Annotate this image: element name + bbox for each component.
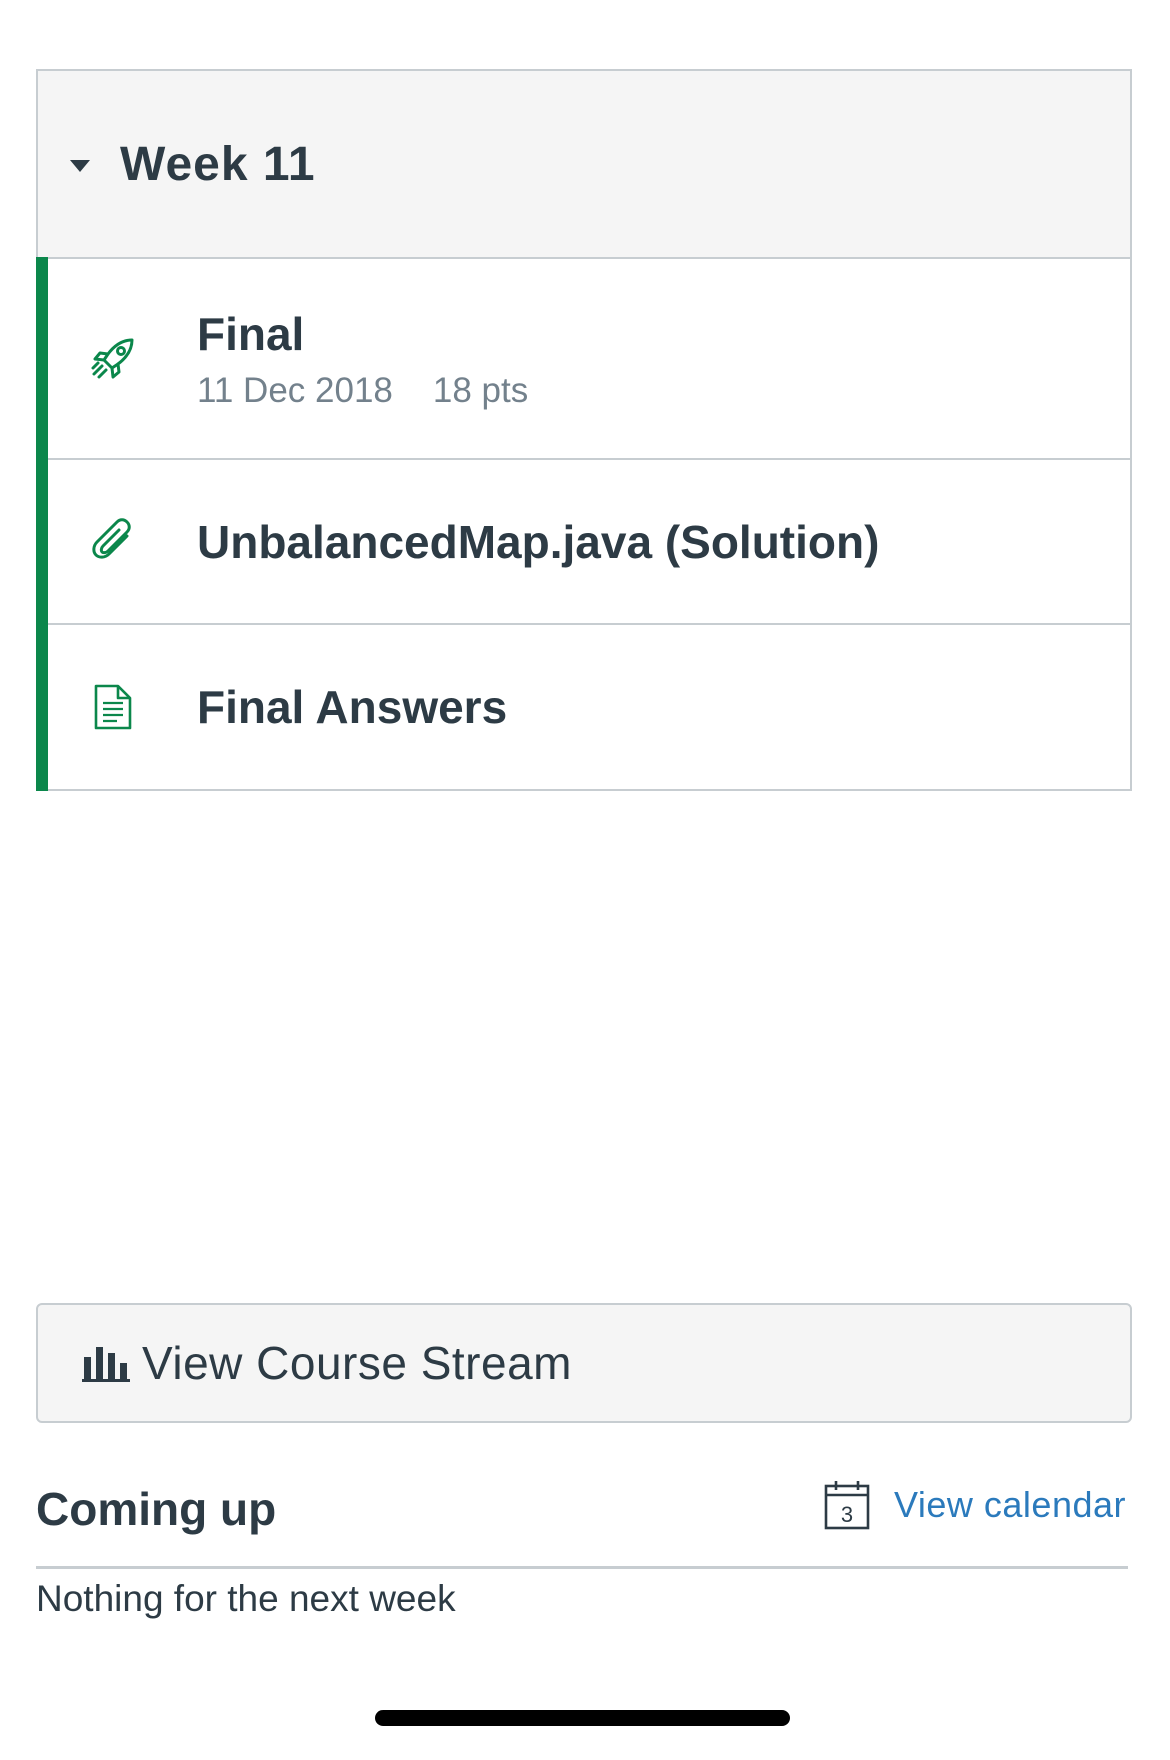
paperclip-icon xyxy=(88,517,138,567)
module-title: Week 11 xyxy=(120,137,316,191)
view-calendar-label: View calendar xyxy=(894,1484,1126,1525)
item-due-date: 11 Dec 2018 xyxy=(197,370,393,410)
view-course-stream-label: View Course Stream xyxy=(142,1337,572,1389)
item-points: 18 pts xyxy=(432,370,529,410)
coming-up-empty-text: Nothing for the next week xyxy=(36,1578,456,1619)
item-title: Final Answers xyxy=(197,681,508,733)
module-item-final-quiz[interactable]: Final 11 Dec 2018 18 pts xyxy=(36,257,1130,460)
module-item-final-answers[interactable]: Final Answers xyxy=(36,623,1130,791)
home-indicator[interactable] xyxy=(375,1710,790,1726)
item-title: UnbalancedMap.java (Solution) xyxy=(197,515,880,568)
bar-chart-icon xyxy=(82,1347,130,1382)
view-calendar-link[interactable]: 3 View calendar xyxy=(824,1480,1126,1530)
coming-up-divider xyxy=(36,1566,1128,1569)
coming-up-heading: Coming up xyxy=(36,1483,277,1535)
rocket-icon xyxy=(88,334,138,384)
module-item-unbalancedmap-solution[interactable]: UnbalancedMap.java (Solution) xyxy=(36,458,1130,625)
item-meta: 11 Dec 2018 18 pts xyxy=(197,371,528,411)
caret-down-icon xyxy=(70,160,90,172)
document-icon xyxy=(88,682,138,732)
view-course-stream-button[interactable]: View Course Stream xyxy=(36,1303,1132,1423)
module-header[interactable]: Week 11 xyxy=(38,71,1130,259)
calendar-icon: 3 xyxy=(824,1481,870,1530)
item-title: Final xyxy=(197,307,305,360)
calendar-icon-day: 3 xyxy=(841,1502,853,1527)
module-week-11: Week 11 Final 11 Dec 2018 18 pts Unbalan… xyxy=(36,69,1132,791)
